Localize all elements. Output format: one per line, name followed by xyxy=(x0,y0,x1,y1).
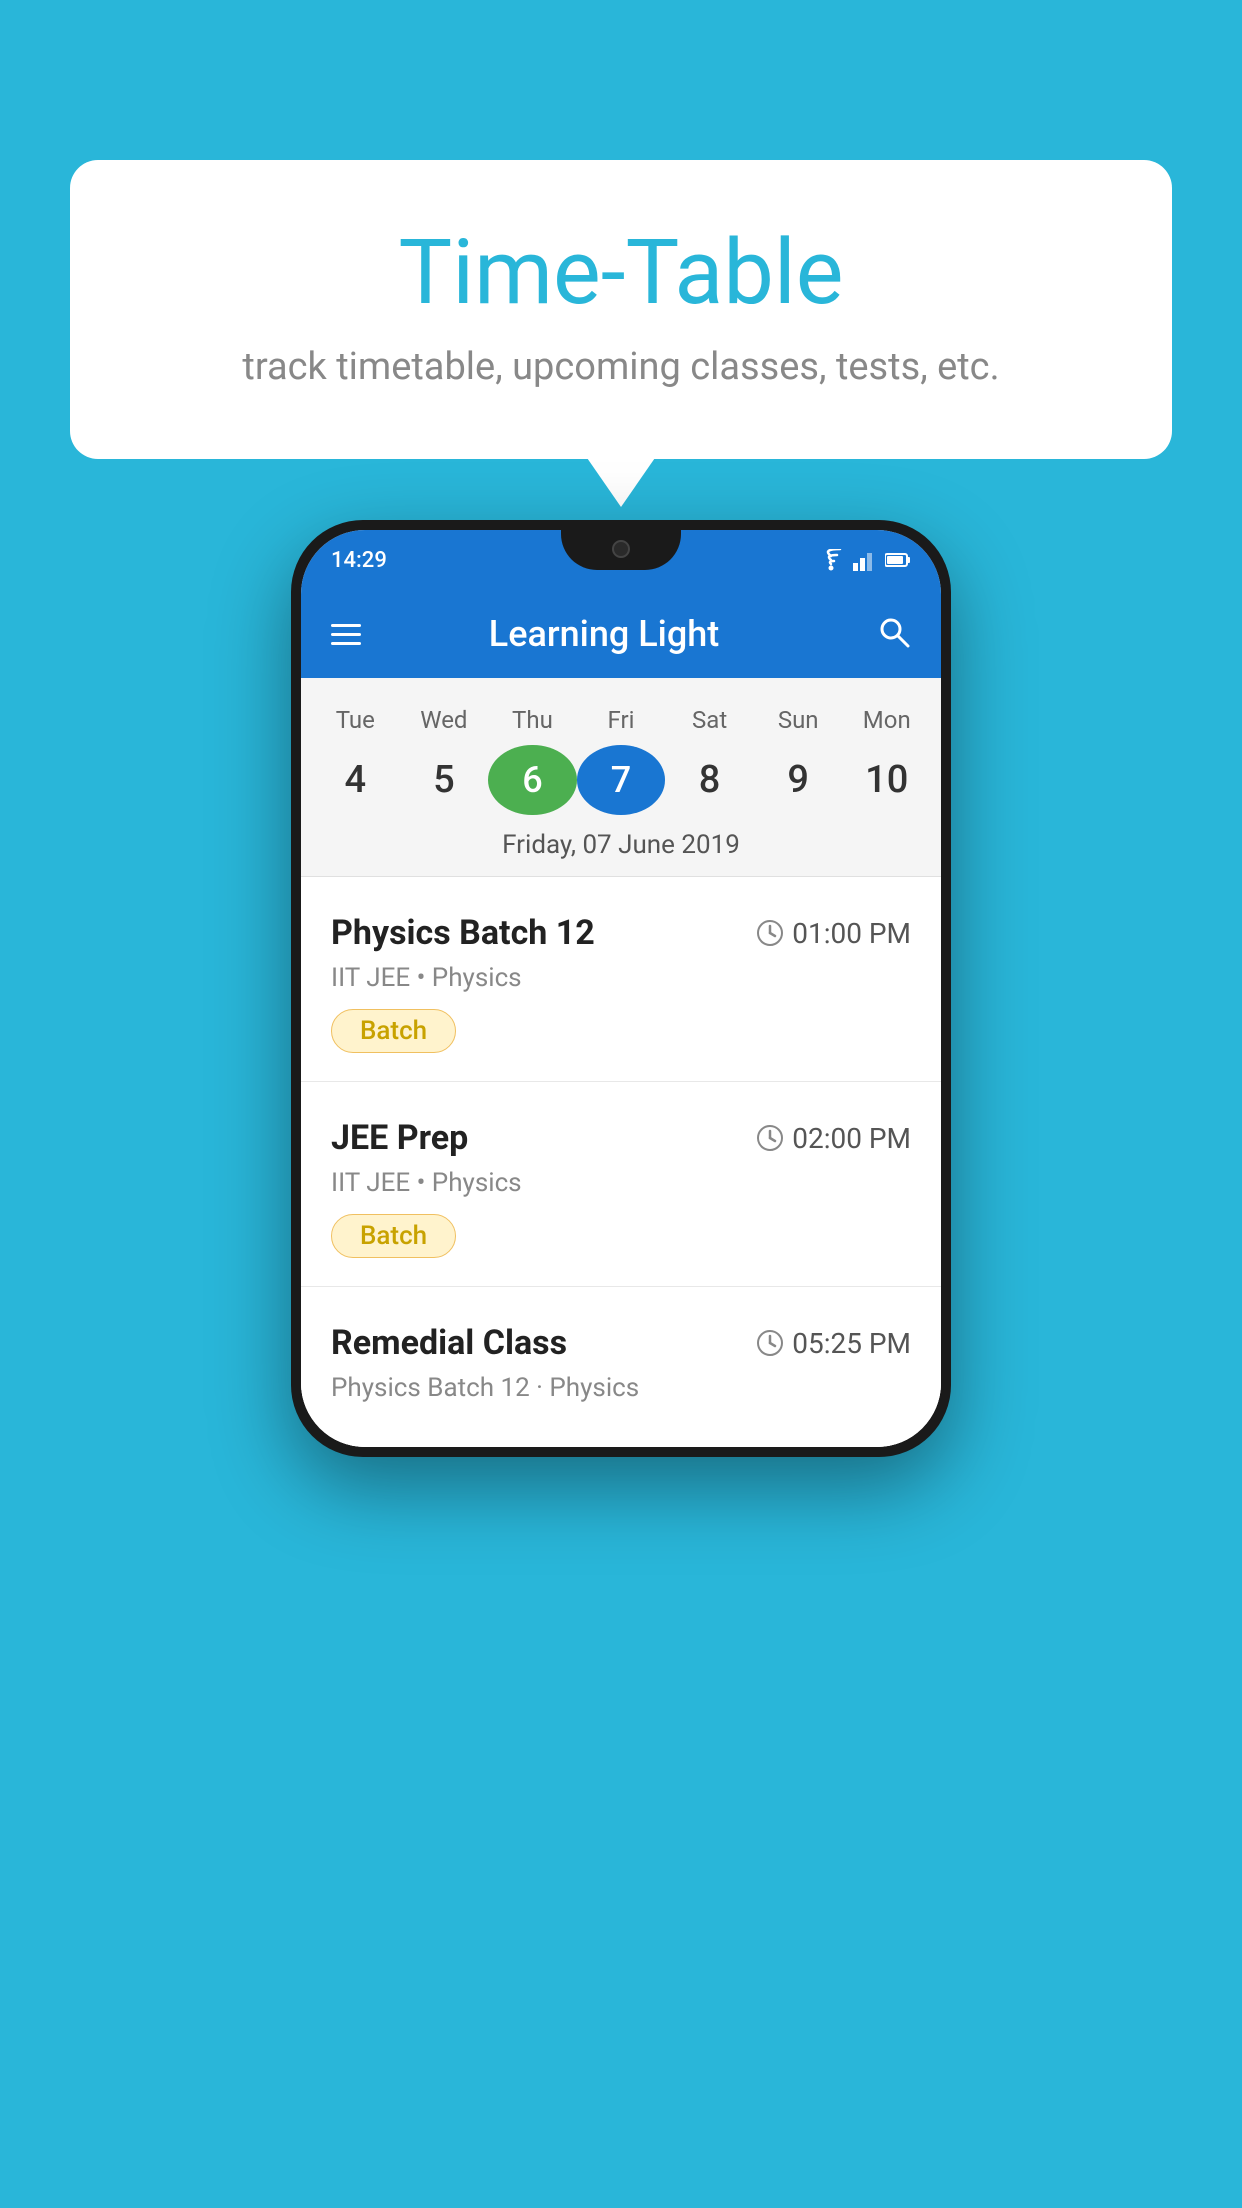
day-8[interactable]: 8 xyxy=(665,742,754,818)
clock-icon-2 xyxy=(756,1124,784,1152)
day-6-wrapper[interactable]: 6 xyxy=(488,742,577,818)
day-4[interactable]: 4 xyxy=(311,742,400,818)
day-8-wrapper[interactable]: 8 xyxy=(665,742,754,818)
schedule-item-2[interactable]: JEE Prep 02:00 PM IIT JEE • Physics xyxy=(301,1082,941,1287)
day-numbers: 4 5 6 7 8 xyxy=(301,742,941,818)
schedule-item-1-time: 01:00 PM xyxy=(756,917,911,950)
calendar-strip: Tue Wed Thu Fri Sat Sun Mon 4 5 xyxy=(301,678,941,877)
day-header-fri: Fri xyxy=(577,698,666,742)
day-header-sat: Sat xyxy=(665,698,754,742)
schedule-item-3-header: Remedial Class 05:25 PM xyxy=(331,1323,911,1363)
wifi-icon xyxy=(817,549,845,571)
day-headers: Tue Wed Thu Fri Sat Sun Mon xyxy=(301,698,941,742)
schedule-list: Physics Batch 12 01:00 PM IIT JEE • Ph xyxy=(301,877,941,1447)
schedule-item-1-header: Physics Batch 12 01:00 PM xyxy=(331,913,911,953)
status-time: 14:29 xyxy=(331,548,387,573)
schedule-item-2-subtitle: IIT JEE • Physics xyxy=(331,1168,911,1198)
schedule-item-3-title: Remedial Class xyxy=(331,1323,567,1363)
schedule-item-2-header: JEE Prep 02:00 PM xyxy=(331,1118,911,1158)
phone-notch xyxy=(561,530,681,570)
app-title: Learning Light xyxy=(385,613,823,655)
clock-icon-1 xyxy=(756,919,784,947)
phone-mockup: 14:29 xyxy=(291,520,951,1457)
schedule-item-1-subtitle: IIT JEE • Physics xyxy=(331,963,911,993)
day-header-wed: Wed xyxy=(400,698,489,742)
schedule-item-1-title: Physics Batch 12 xyxy=(331,913,595,953)
day-5[interactable]: 5 xyxy=(400,742,489,818)
clock-icon-3 xyxy=(756,1329,784,1357)
day-4-wrapper[interactable]: 4 xyxy=(311,742,400,818)
schedule-item-2-time: 02:00 PM xyxy=(756,1122,911,1155)
batch-badge-1: Batch xyxy=(331,1009,456,1053)
schedule-item-3-subtitle: Physics Batch 12 · Physics xyxy=(331,1373,911,1403)
schedule-item-3[interactable]: Remedial Class 05:25 PM Physics Batch xyxy=(301,1287,941,1447)
day-5-wrapper[interactable]: 5 xyxy=(400,742,489,818)
hamburger-menu-button[interactable] xyxy=(331,624,361,645)
status-icons xyxy=(817,549,911,571)
tooltip-subtitle: track timetable, upcoming classes, tests… xyxy=(150,345,1092,389)
day-header-sun: Sun xyxy=(754,698,843,742)
schedule-item-2-title: JEE Prep xyxy=(331,1118,468,1158)
day-10[interactable]: 10 xyxy=(842,742,931,818)
batch-badge-2: Batch xyxy=(331,1214,456,1258)
schedule-item-3-time: 05:25 PM xyxy=(756,1327,911,1360)
day-header-mon: Mon xyxy=(842,698,931,742)
camera-cutout xyxy=(612,540,630,558)
schedule-item-1[interactable]: Physics Batch 12 01:00 PM IIT JEE • Ph xyxy=(301,877,941,1082)
day-header-tue: Tue xyxy=(311,698,400,742)
tooltip-title: Time-Table xyxy=(150,220,1092,325)
day-7-wrapper[interactable]: 7 xyxy=(577,742,666,818)
phone-inner: 14:29 xyxy=(301,530,941,1447)
status-bar: 14:29 xyxy=(301,530,941,590)
day-7-selected[interactable]: 7 xyxy=(577,745,666,815)
battery-icon xyxy=(885,552,911,568)
tooltip-card: Time-Table track timetable, upcoming cla… xyxy=(70,160,1172,459)
day-6-today[interactable]: 6 xyxy=(488,745,577,815)
selected-date-label: Friday, 07 June 2019 xyxy=(301,818,941,877)
day-9-wrapper[interactable]: 9 xyxy=(754,742,843,818)
app-bar: Learning Light xyxy=(301,590,941,678)
day-10-wrapper[interactable]: 10 xyxy=(842,742,931,818)
page-background: Time-Table track timetable, upcoming cla… xyxy=(0,0,1242,2208)
day-9[interactable]: 9 xyxy=(754,742,843,818)
phone-outer: 14:29 xyxy=(291,520,951,1457)
signal-icon xyxy=(853,549,877,571)
day-header-thu: Thu xyxy=(488,698,577,742)
search-button[interactable] xyxy=(877,615,911,653)
